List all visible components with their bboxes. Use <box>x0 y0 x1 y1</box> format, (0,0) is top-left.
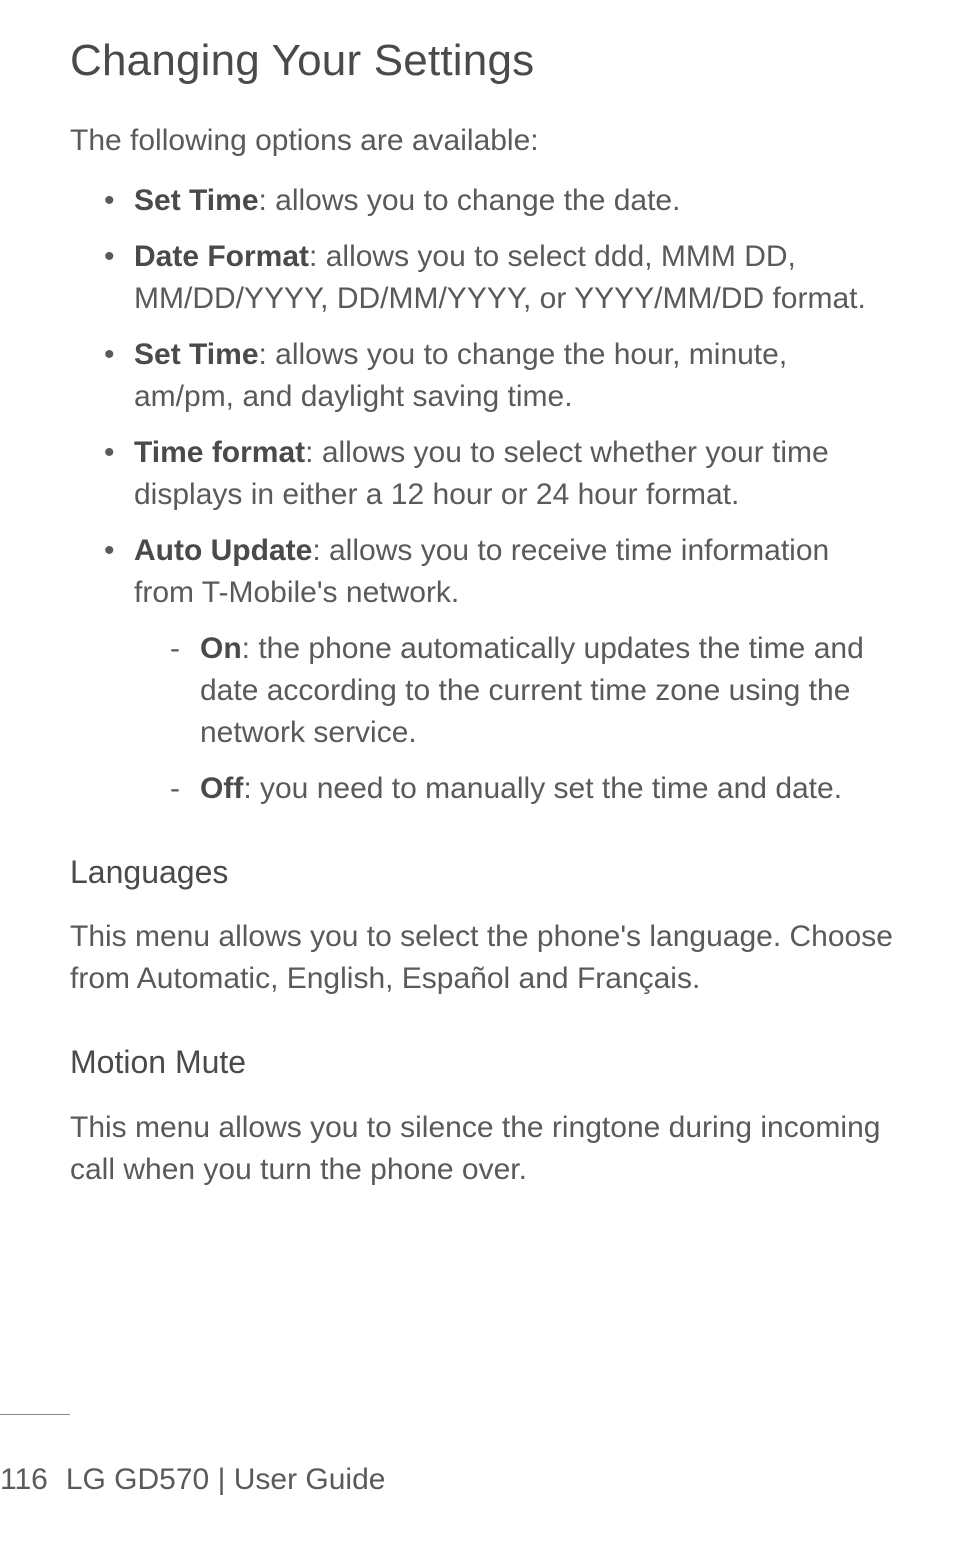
page-footer: 116 LG GD570 | User Guide <box>0 1414 385 1501</box>
footer-rule <box>0 1414 70 1415</box>
option-label: Set Time <box>134 184 259 217</box>
sub-list-item: Off: you need to manually set the time a… <box>170 768 894 810</box>
footer-guide: User Guide <box>234 1463 386 1496</box>
footer-text: 116 LG GD570 | User Guide <box>0 1459 385 1501</box>
sub-option-desc: : you need to manually set the time and … <box>243 772 842 805</box>
option-desc: : allows you to change the date. <box>259 184 681 217</box>
sub-list: On: the phone automatically updates the … <box>134 628 894 810</box>
list-item: Time format: allows you to select whethe… <box>104 432 894 516</box>
intro-text: The following options are available: <box>70 120 894 162</box>
option-label: Time format <box>134 436 305 469</box>
list-item: Auto Update: allows you to receive time … <box>104 530 894 810</box>
option-label: Set Time <box>134 338 259 371</box>
options-list: Set Time: allows you to change the date.… <box>70 180 894 810</box>
languages-heading: Languages <box>70 850 894 895</box>
footer-model: LG GD570 <box>66 1463 209 1496</box>
list-item: Date Format: allows you to select ddd, M… <box>104 236 894 320</box>
sub-option-desc: : the phone automatically updates the ti… <box>200 632 864 749</box>
languages-body: This menu allows you to select the phone… <box>70 916 894 1000</box>
list-item: Set Time: allows you to change the hour,… <box>104 334 894 418</box>
motion-mute-body: This menu allows you to silence the ring… <box>70 1107 894 1191</box>
motion-mute-heading: Motion Mute <box>70 1040 894 1085</box>
footer-sep: | <box>209 1463 233 1496</box>
option-label: Auto Update <box>134 534 312 567</box>
list-item: Set Time: allows you to change the date. <box>104 180 894 222</box>
sub-list-item: On: the phone automatically updates the … <box>170 628 894 754</box>
section-title: Changing Your Settings <box>70 30 894 92</box>
page-number: 116 <box>0 1463 48 1496</box>
sub-option-label: Off <box>200 772 243 805</box>
sub-option-label: On <box>200 632 242 665</box>
option-label: Date Format <box>134 240 309 273</box>
